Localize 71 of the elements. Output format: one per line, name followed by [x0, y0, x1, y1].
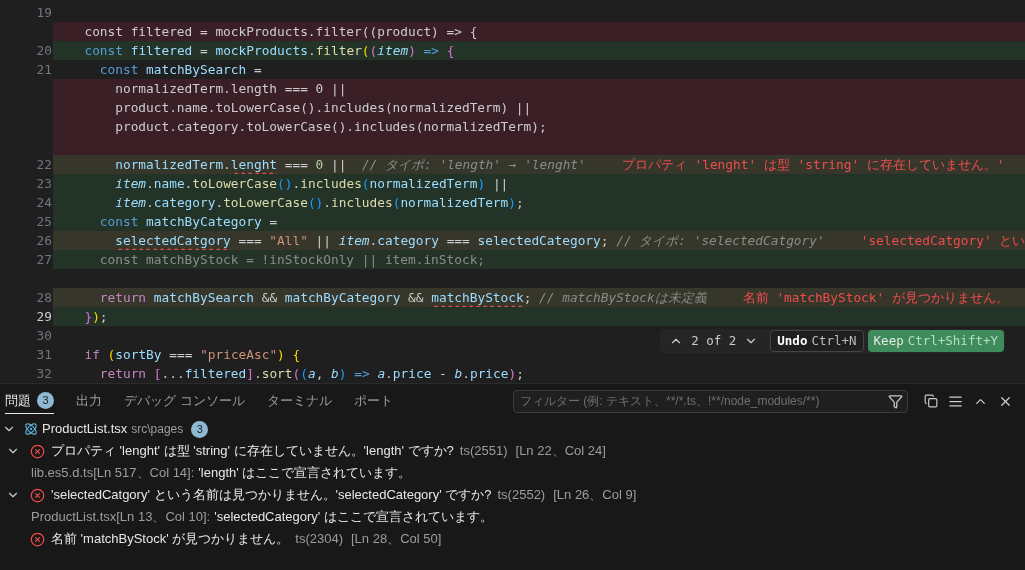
related-info-item[interactable]: ProductList.tsx[Ln 13、Col 10]: 'selectedCategory' はここで宣言されています。 [0, 506, 1025, 528]
code-text: const filtered = mockProducts.filter((product) => { [83, 22, 478, 41]
problem-item[interactable]: 名前 'matchByStock' が見つかりません。 ts(2304) [Ln 28、Col 50] [0, 528, 1025, 550]
line-number: 25 [36, 213, 52, 229]
problem-code: ts(2551) [459, 442, 508, 461]
line-number: 23 [36, 175, 52, 191]
code-text: if (sortBy === "priceAsc") { [83, 345, 301, 364]
inline-error-message: 'selectedCatgory' とい [860, 231, 1025, 250]
line-number: 22 [36, 156, 52, 172]
code-text: product.category.toLowerCase().includes(normalizedTerm); [114, 117, 547, 136]
code-text: item.name.toLowerCase().includes(normalizedTerm) || [114, 174, 509, 194]
panel-tab[interactable]: ターミナル [266, 388, 332, 414]
related-source: ProductList.tsx[Ln 13、Col 10]: [31, 508, 211, 527]
list-icon[interactable] [948, 393, 963, 409]
related-message: 'selectedCategory' はここで宣言されています。 [214, 508, 493, 527]
code-text: normalizedTerm.lenght === 0 || // タイポ: 'length' → 'lenght' [114, 155, 586, 175]
problem-message: 'selectedCatgory' という名前は見つかりません。'selectedCategory' ですか? [51, 486, 492, 505]
inline-error-message: プロパティ 'lenght' は型 'string' に存在していません。' [621, 155, 1005, 174]
problem-location: [Ln 28、Col 50] [351, 530, 442, 549]
line-number: 19 [36, 4, 52, 20]
stacked-squares-icon[interactable] [924, 394, 938, 408]
line-number: 20 [36, 42, 52, 58]
line-number: 29 [36, 308, 52, 324]
error-icon [30, 443, 45, 459]
line-number: 27 [36, 251, 52, 267]
filter-icon[interactable] [888, 393, 903, 409]
file-name: ProductList.tsx [42, 420, 128, 439]
code-text: normalizedTerm.length === 0 || [114, 79, 347, 99]
related-info-item[interactable]: lib.es5.d.ts[Ln 517、Col 14]: 'length' はここで宣言されています。 [0, 462, 1025, 484]
code-text: return [...filtered].sort((a, b) => a.price - b.price); [98, 364, 524, 383]
code-text: return matchBySearch && matchByCategory && matchByStock; // matchByStockは未定義 [98, 288, 707, 307]
panel-tab[interactable]: ポート [353, 388, 393, 414]
undo-button[interactable]: Undo Ctrl+N [770, 330, 864, 352]
line-number: 30 [36, 327, 52, 343]
line-number: 31 [36, 346, 52, 362]
related-source: lib.es5.d.ts[Ln 517、Col 14]: [31, 464, 195, 483]
count-badge: 3 [37, 392, 54, 409]
panel-tab[interactable]: デバッグ コンソール [124, 388, 245, 414]
file-path: src\pages [131, 421, 184, 438]
problem-code: ts(2552) [497, 486, 546, 505]
problem-message: プロパティ 'lenght' は型 'string' に存在していません。'length' ですか? [51, 442, 454, 461]
problem-location: [Ln 22、Col 24] [515, 442, 606, 461]
count-badge: 3 [191, 420, 209, 438]
code-text: }); [83, 307, 108, 326]
filter-field[interactable]: フィルター (例: テキスト、**/*.ts、!**/node_modules/**) [513, 389, 908, 413]
line-number: 21 [36, 61, 52, 77]
problem-code: ts(2304) [295, 530, 343, 549]
inline-error-message: 名前 'matchByStock' が見つかりません。 [742, 288, 1009, 307]
change-counter: 2 of 2 [691, 331, 737, 350]
error-icon [30, 487, 45, 503]
code-text: const filtered = mockProducts.filter((item) => { [83, 41, 455, 60]
error-icon [30, 531, 45, 547]
code-text: const matchByCategory = [98, 212, 278, 231]
line-number: 26 [36, 232, 52, 248]
code-text: selectedCatgory === "All" || item.category === selectedCategory; // タイポ: 'selectedCatgory' [114, 231, 825, 251]
line-number: 32 [36, 365, 52, 381]
problem-item[interactable]: 'selectedCatgory' という名前は見つかりません。'selectedCategory' ですか? ts(2552) [Ln 26、Col 9] [0, 484, 1025, 506]
atom-icon [24, 422, 38, 436]
code-text: product.name.toLowerCase().includes(normalizedTerm) || [114, 98, 532, 118]
problem-location: [Ln 26、Col 9] [553, 486, 637, 505]
code-text: const matchByStock = !inStockOnly || item.inStock; [98, 250, 486, 270]
problem-message: 名前 'matchByStock' が見つかりません。 [51, 530, 290, 549]
line-number: 24 [36, 194, 52, 210]
panel-tab[interactable]: 出力 [76, 388, 102, 414]
line-number: 28 [36, 289, 52, 305]
problem-item[interactable]: プロパティ 'lenght' は型 'string' に存在していません。'length' ですか? ts(2551) [Ln 22、Col 24] [0, 440, 1025, 462]
file-tree-item[interactable]: ProductList.tsx src\pages 3 [0, 418, 1025, 440]
code-text: item.category.toLowerCase().includes(normalizedTerm); [114, 193, 524, 212]
panel-tab[interactable]: 問題 3 [5, 388, 54, 414]
related-message: 'length' はここで宣言されています。 [198, 464, 412, 483]
code-text: const matchBySearch = [98, 60, 262, 79]
